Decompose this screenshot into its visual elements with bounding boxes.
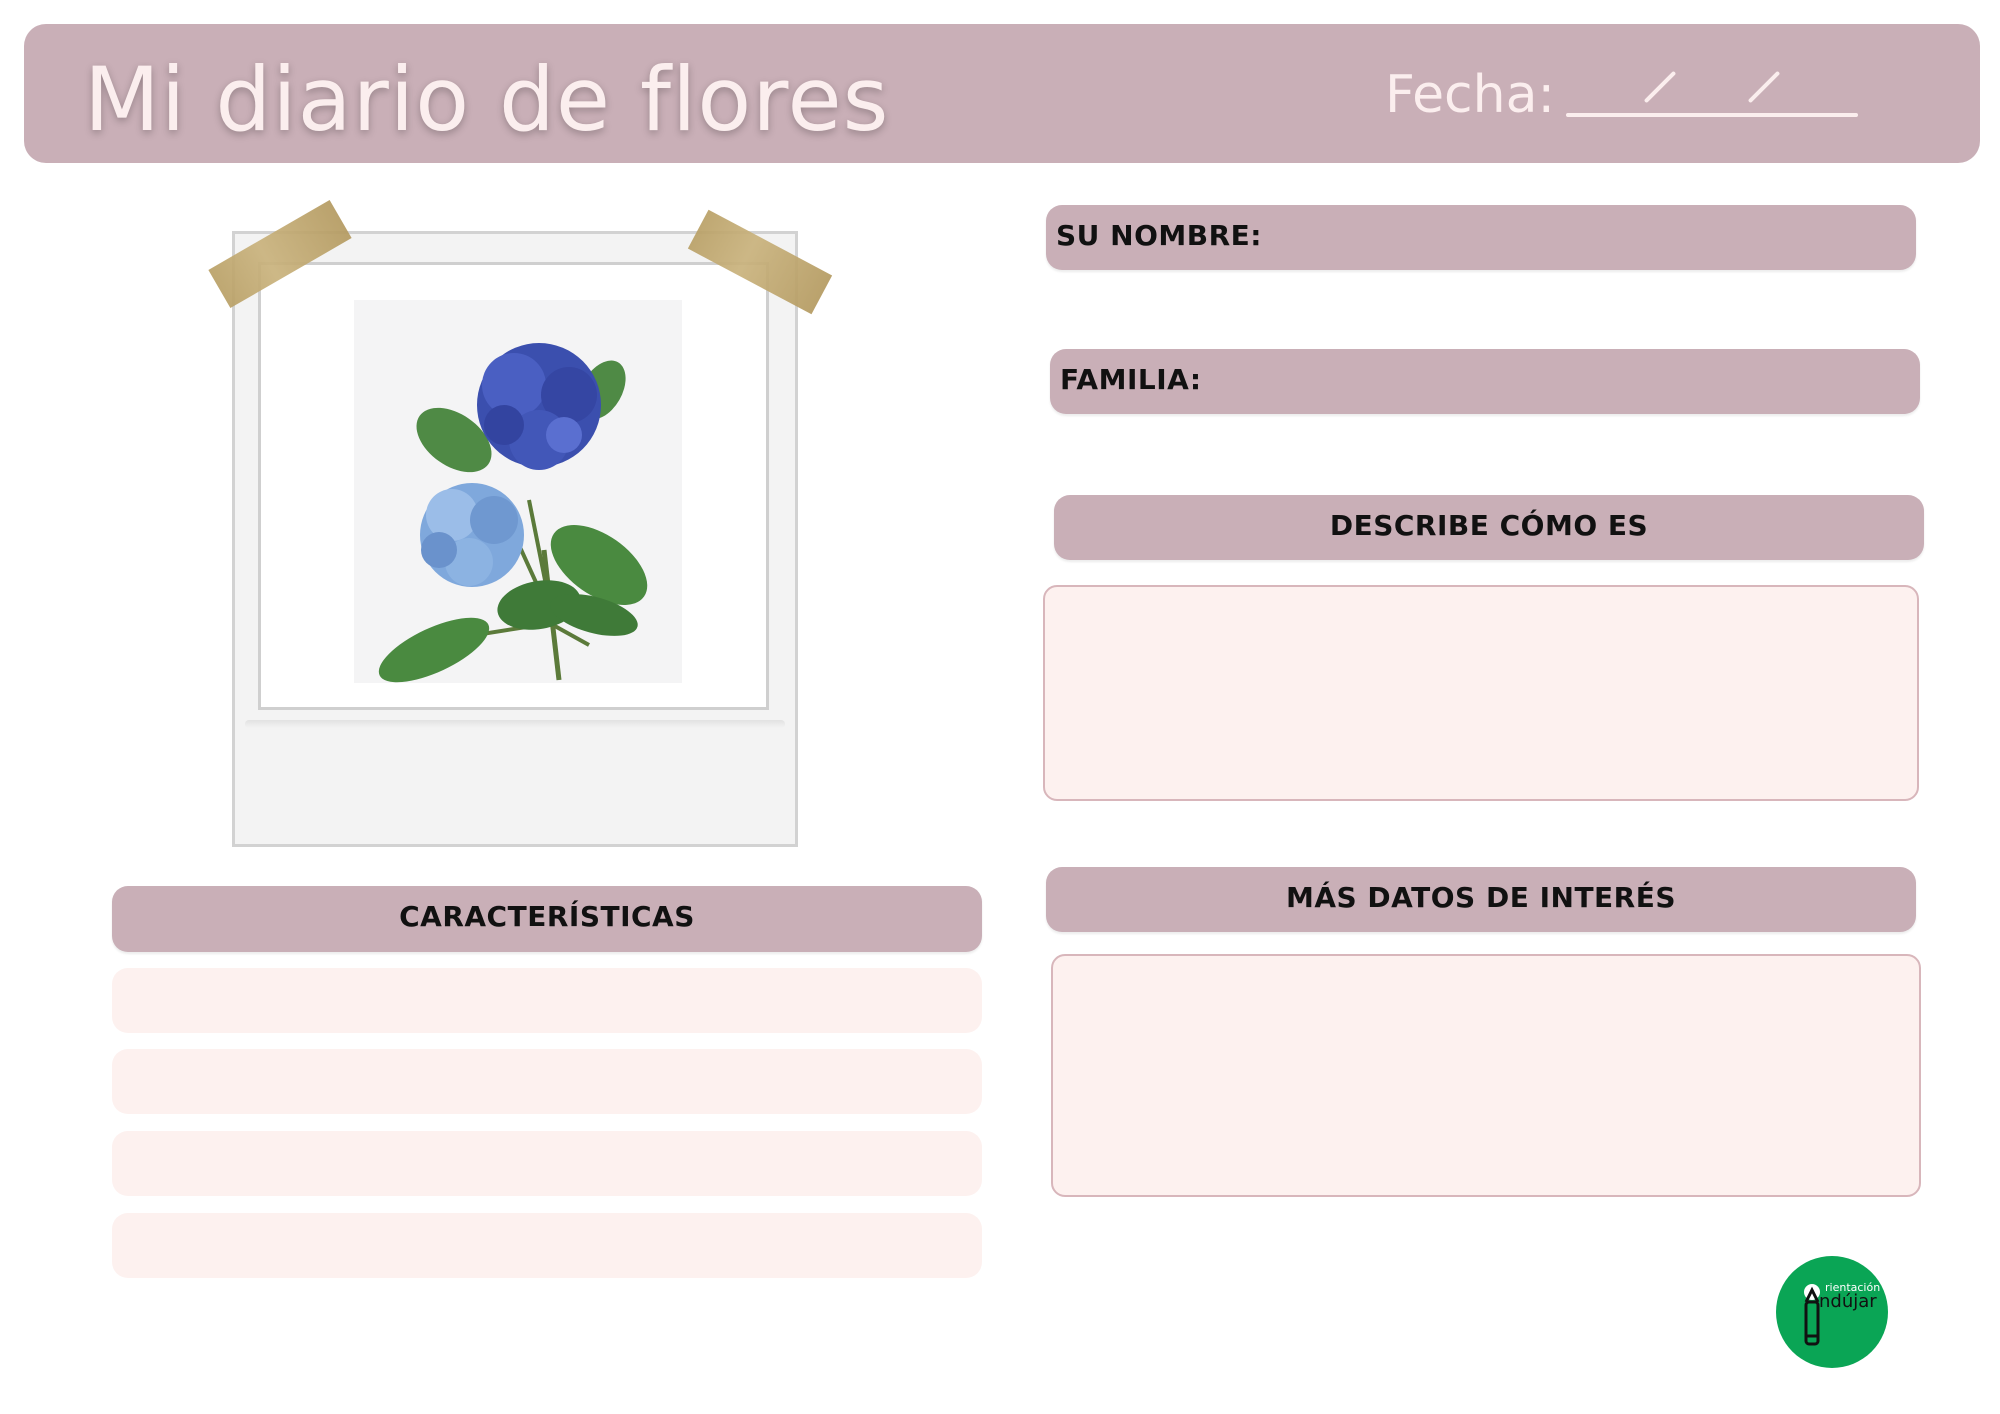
page-title: Mi diario de flores [84,48,890,151]
characteristic-line-4[interactable] [112,1213,982,1278]
pencil-icon [1804,1284,1820,1346]
characteristic-line-3[interactable] [112,1131,982,1196]
more-info-textbox[interactable] [1051,954,1921,1197]
date-label: Fecha: [1385,65,1555,125]
name-label: SU NOMBRE: [1046,205,1916,270]
date-input-line[interactable] [1566,113,1858,117]
characteristics-label: CARACTERÍSTICAS [112,886,982,952]
polaroid-divider [245,720,785,728]
flower-photo [354,300,682,683]
characteristic-line-1[interactable] [112,968,982,1033]
describe-label: DESCRIBE CÓMO ES [1054,495,1924,560]
describe-textbox[interactable] [1043,585,1919,801]
orientacion-andujar-logo [1776,1256,1888,1368]
hydrangea-illustration [378,343,648,683]
characteristic-line-2[interactable] [112,1049,982,1114]
more-info-label: MÁS DATOS DE INTERÉS [1046,867,1916,932]
family-label: FAMILIA: [1050,349,1920,414]
logo-text-big: ndújar [1819,1291,1877,1312]
